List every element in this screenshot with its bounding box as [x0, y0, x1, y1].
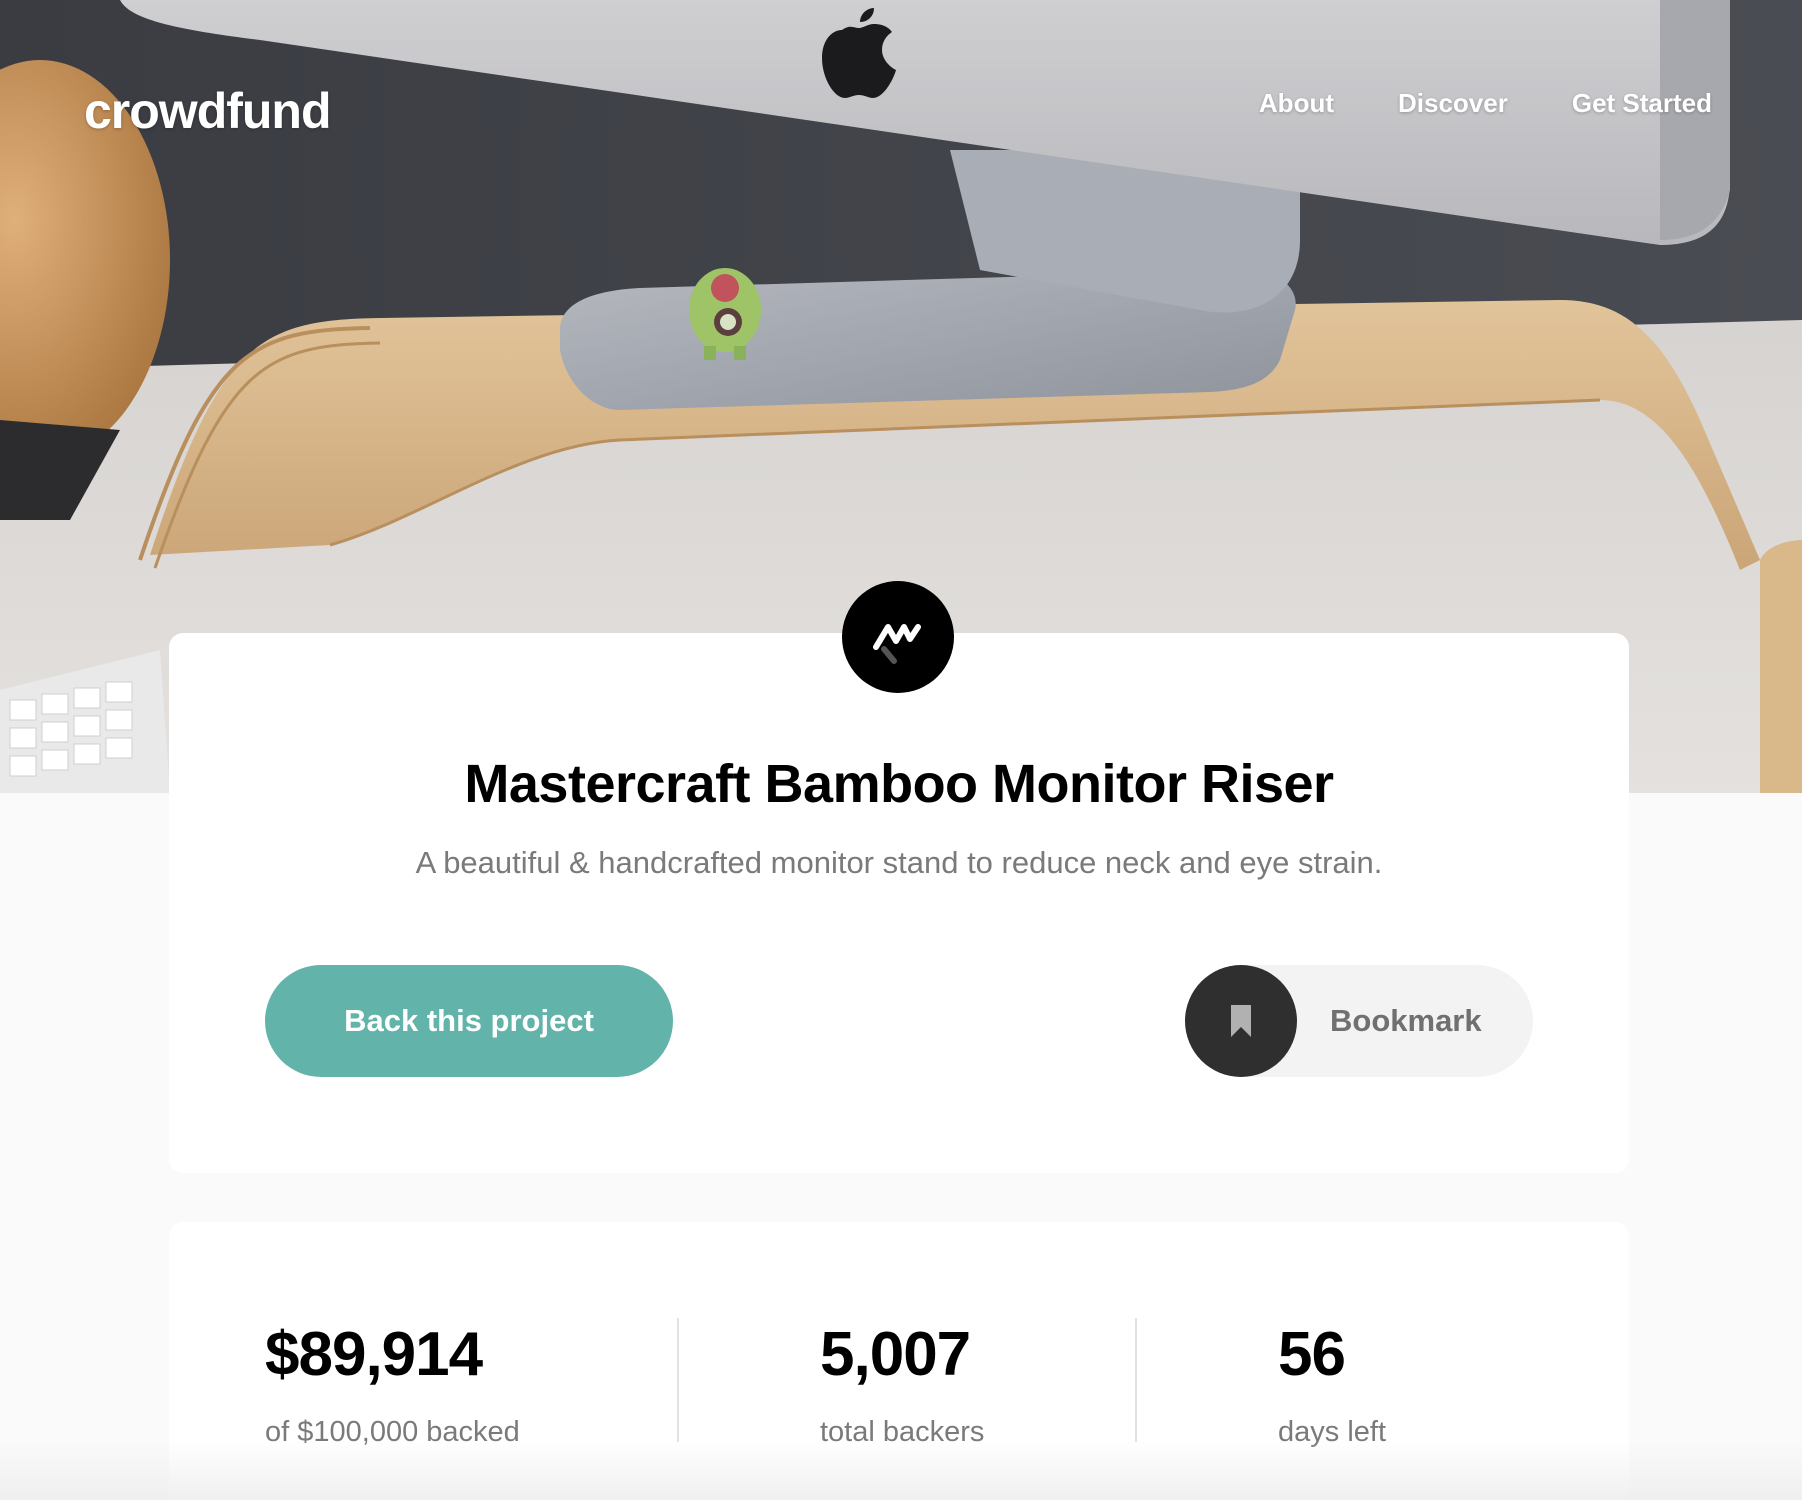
stat-value: 5,007 [820, 1320, 971, 1389]
bookmark-icon-circle [1185, 965, 1297, 1077]
stats-card: $89,914 of $100,000 backed 5,007 total b… [169, 1222, 1629, 1500]
stat-days-left: 56 days left [1278, 1324, 1386, 1449]
site-logo[interactable]: crowdfund [84, 82, 332, 140]
project-description: A beautiful & handcrafted monitor stand … [415, 845, 1383, 880]
stat-value: $89,914 [265, 1320, 483, 1389]
stat-amount-backed: $89,914 of $100,000 backed [265, 1324, 520, 1449]
bookmark-icon [1231, 1005, 1251, 1037]
stat-total-backers: 5,007 total backers [820, 1324, 984, 1449]
nav-link-discover[interactable]: Discover [1398, 88, 1508, 119]
site-header: crowdfund About Discover Get Started [0, 0, 1802, 220]
main-nav: About Discover Get Started [1259, 88, 1712, 119]
nav-link-about[interactable]: About [1259, 88, 1334, 119]
mastercraft-logo-icon [842, 581, 954, 693]
stat-label: total backers [820, 1416, 985, 1448]
project-card: Mastercraft Bamboo Monitor Riser A beaut… [169, 633, 1629, 1173]
nav-link-get-started[interactable]: Get Started [1572, 88, 1712, 119]
stat-label: of $100,000 backed [265, 1416, 520, 1448]
project-title: Mastercraft Bamboo Monitor Riser [464, 754, 1334, 814]
stat-divider [677, 1318, 679, 1442]
stat-value: 56 [1278, 1320, 1346, 1389]
stat-divider [1135, 1318, 1137, 1442]
bookmark-button[interactable]: Bookmark [1185, 965, 1533, 1077]
stat-label: days left [1278, 1416, 1386, 1448]
back-project-button[interactable]: Back this project [265, 965, 673, 1077]
bookmark-label: Bookmark [1330, 1003, 1482, 1038]
